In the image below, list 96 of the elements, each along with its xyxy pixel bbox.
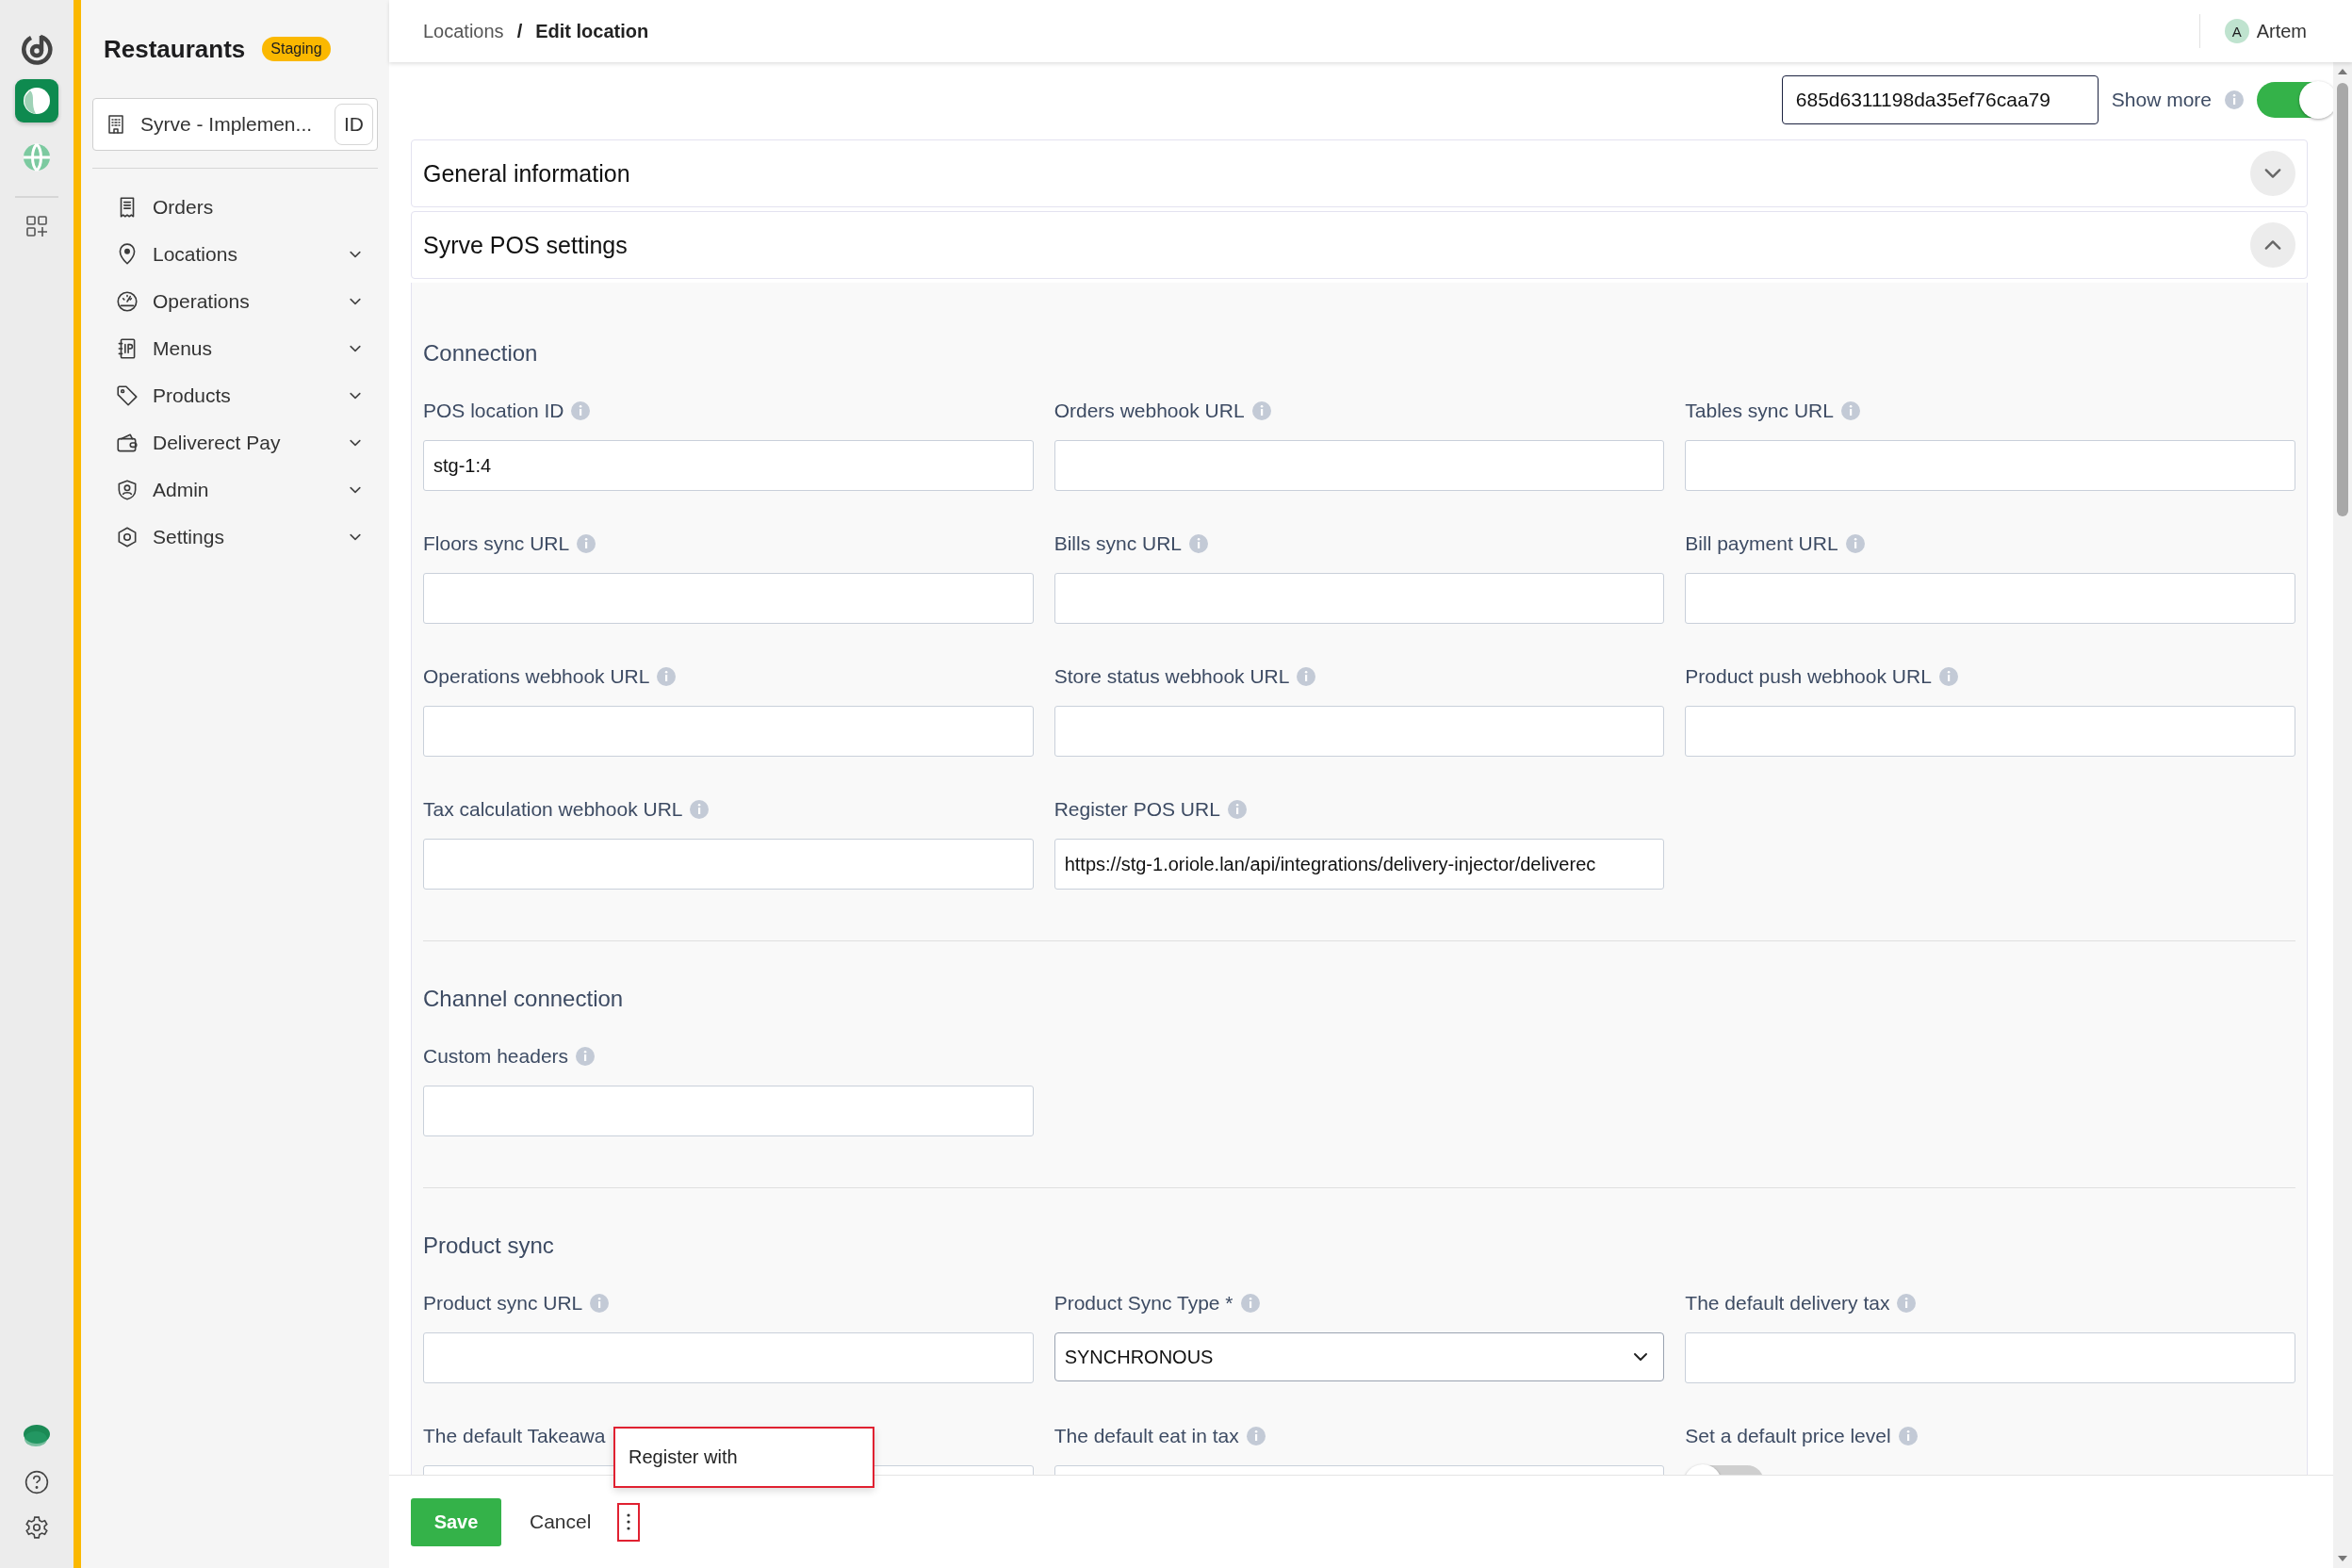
info-icon[interactable] bbox=[1251, 401, 1271, 420]
text-field[interactable] bbox=[1685, 440, 2295, 491]
text-field[interactable] bbox=[1685, 706, 2295, 757]
user-avatar[interactable]: A bbox=[2224, 19, 2249, 43]
nav-item[interactable]: Deliverect Pay bbox=[92, 419, 378, 466]
accordion-header[interactable]: Syrve POS settings bbox=[411, 211, 2308, 279]
info-icon[interactable] bbox=[1240, 1294, 1260, 1313]
field-label: Product push webhook URL bbox=[1685, 665, 1932, 688]
text-field[interactable] bbox=[423, 1332, 1034, 1383]
info-icon[interactable] bbox=[1297, 667, 1316, 686]
id-tag[interactable]: ID bbox=[335, 104, 373, 145]
apps-add-icon[interactable] bbox=[25, 215, 48, 237]
text-field[interactable] bbox=[1685, 573, 2295, 624]
dropdown[interactable]: SYNCHRONOUS bbox=[1054, 1332, 1665, 1381]
help-icon[interactable] bbox=[24, 1470, 49, 1494]
field-label: Set a default price level bbox=[1685, 1425, 1891, 1447]
nav-item[interactable]: Operations bbox=[92, 278, 378, 325]
text-field[interactable]: stg-1:4 bbox=[423, 440, 1034, 491]
scroll-thumb[interactable] bbox=[2337, 83, 2348, 516]
info-icon[interactable] bbox=[571, 401, 591, 420]
logo-icon[interactable] bbox=[20, 32, 54, 66]
breadcrumb-link[interactable]: Locations bbox=[423, 20, 504, 42]
field-label: Floors sync URL bbox=[423, 532, 570, 555]
field-label: Custom headers bbox=[423, 1045, 569, 1068]
field-label: Register POS URL bbox=[1054, 798, 1220, 821]
chevron-button[interactable] bbox=[2250, 151, 2295, 196]
nav-item[interactable]: Locations bbox=[92, 231, 378, 278]
user-name[interactable]: Artem bbox=[2256, 20, 2307, 42]
breadcrumb-current: Edit location bbox=[535, 20, 649, 42]
text-field[interactable] bbox=[423, 839, 1034, 890]
field-label: Tables sync URL bbox=[1685, 400, 1834, 422]
blob-icon[interactable] bbox=[23, 1423, 51, 1449]
field-label: Operations webhook URL bbox=[423, 665, 650, 688]
app-tile[interactable] bbox=[15, 79, 58, 122]
text-field[interactable] bbox=[423, 573, 1034, 624]
info-icon[interactable] bbox=[1246, 1427, 1266, 1446]
show-more-label: Show more bbox=[2111, 89, 2212, 111]
show-more-toggle[interactable] bbox=[2257, 82, 2333, 118]
text-field[interactable] bbox=[423, 706, 1034, 757]
account-selector[interactable]: Syrve - Implemen... ID bbox=[92, 98, 378, 151]
info-icon[interactable] bbox=[2225, 90, 2244, 109]
info-icon[interactable] bbox=[1840, 401, 1860, 420]
field-label: Tax calculation webhook URL bbox=[423, 798, 683, 821]
field-label: The default eat in tax bbox=[1054, 1425, 1239, 1447]
info-icon[interactable] bbox=[1189, 534, 1209, 553]
chevron-button[interactable] bbox=[2250, 222, 2295, 268]
nav-item[interactable]: Orders bbox=[92, 184, 378, 231]
kebab-icon bbox=[627, 1513, 631, 1530]
text-field[interactable] bbox=[1054, 573, 1665, 624]
text-field[interactable] bbox=[1685, 1332, 2295, 1383]
field-label: Store status webhook URL bbox=[1054, 665, 1290, 688]
info-icon[interactable] bbox=[657, 667, 677, 686]
info-icon[interactable] bbox=[1897, 1294, 1917, 1313]
field-label: POS location ID bbox=[423, 400, 564, 422]
environment-badge: Staging bbox=[262, 37, 331, 61]
text-field[interactable] bbox=[1054, 440, 1665, 491]
nav-item[interactable]: Settings bbox=[92, 514, 378, 561]
section-heading: Product sync bbox=[423, 1232, 555, 1260]
scrollbar[interactable] bbox=[2333, 62, 2352, 1568]
nav-item[interactable]: Menus bbox=[92, 325, 378, 372]
scroll-down-icon[interactable] bbox=[2337, 1555, 2348, 1562]
text-field[interactable] bbox=[1054, 706, 1665, 757]
info-icon[interactable] bbox=[1845, 534, 1865, 553]
nav-item[interactable]: Admin bbox=[92, 466, 378, 514]
field-label: The default Takeawa bbox=[423, 1425, 606, 1447]
gauge-icon bbox=[115, 289, 139, 314]
menu-item[interactable]: Register with bbox=[615, 1446, 873, 1468]
scroll-up-icon[interactable] bbox=[2337, 68, 2348, 75]
text-field[interactable]: https://stg-1.oriole.lan/api/integrations/delivery-injector/deliverec bbox=[1054, 839, 1665, 890]
settings-icon[interactable] bbox=[24, 1515, 49, 1540]
info-icon[interactable] bbox=[576, 1047, 596, 1066]
info-icon[interactable] bbox=[1938, 667, 1958, 686]
field-label: Bill payment URL bbox=[1685, 532, 1838, 555]
info-icon[interactable] bbox=[690, 800, 710, 819]
text-field[interactable] bbox=[423, 1086, 1034, 1136]
field-label: Product sync URL bbox=[423, 1292, 583, 1315]
info-icon[interactable] bbox=[590, 1294, 610, 1313]
info-icon[interactable] bbox=[577, 534, 596, 553]
cancel-button[interactable]: Cancel bbox=[530, 1511, 592, 1533]
nav-item[interactable]: Products bbox=[92, 372, 378, 419]
info-icon[interactable] bbox=[1898, 1427, 1918, 1446]
accordion-header[interactable]: General information bbox=[411, 139, 2308, 207]
app-title: Restaurants bbox=[104, 34, 246, 64]
field-label: Orders webhook URL bbox=[1054, 400, 1245, 422]
tag-icon bbox=[115, 384, 139, 408]
field-label: The default delivery tax bbox=[1685, 1292, 1890, 1315]
field-label: Product Sync Type * bbox=[1054, 1292, 1233, 1315]
globe-icon bbox=[23, 143, 51, 172]
breadcrumb-separator: / bbox=[516, 20, 523, 42]
field-label: Bills sync URL bbox=[1054, 532, 1183, 555]
leaf-icon bbox=[23, 87, 51, 115]
more-button[interactable] bbox=[617, 1502, 641, 1542]
info-icon[interactable] bbox=[1227, 800, 1247, 819]
section-heading: Channel connection bbox=[423, 985, 625, 1013]
id-field[interactable]: 685d6311198da35ef76caa79 bbox=[1781, 75, 2099, 124]
section-heading: Connection bbox=[423, 339, 539, 368]
